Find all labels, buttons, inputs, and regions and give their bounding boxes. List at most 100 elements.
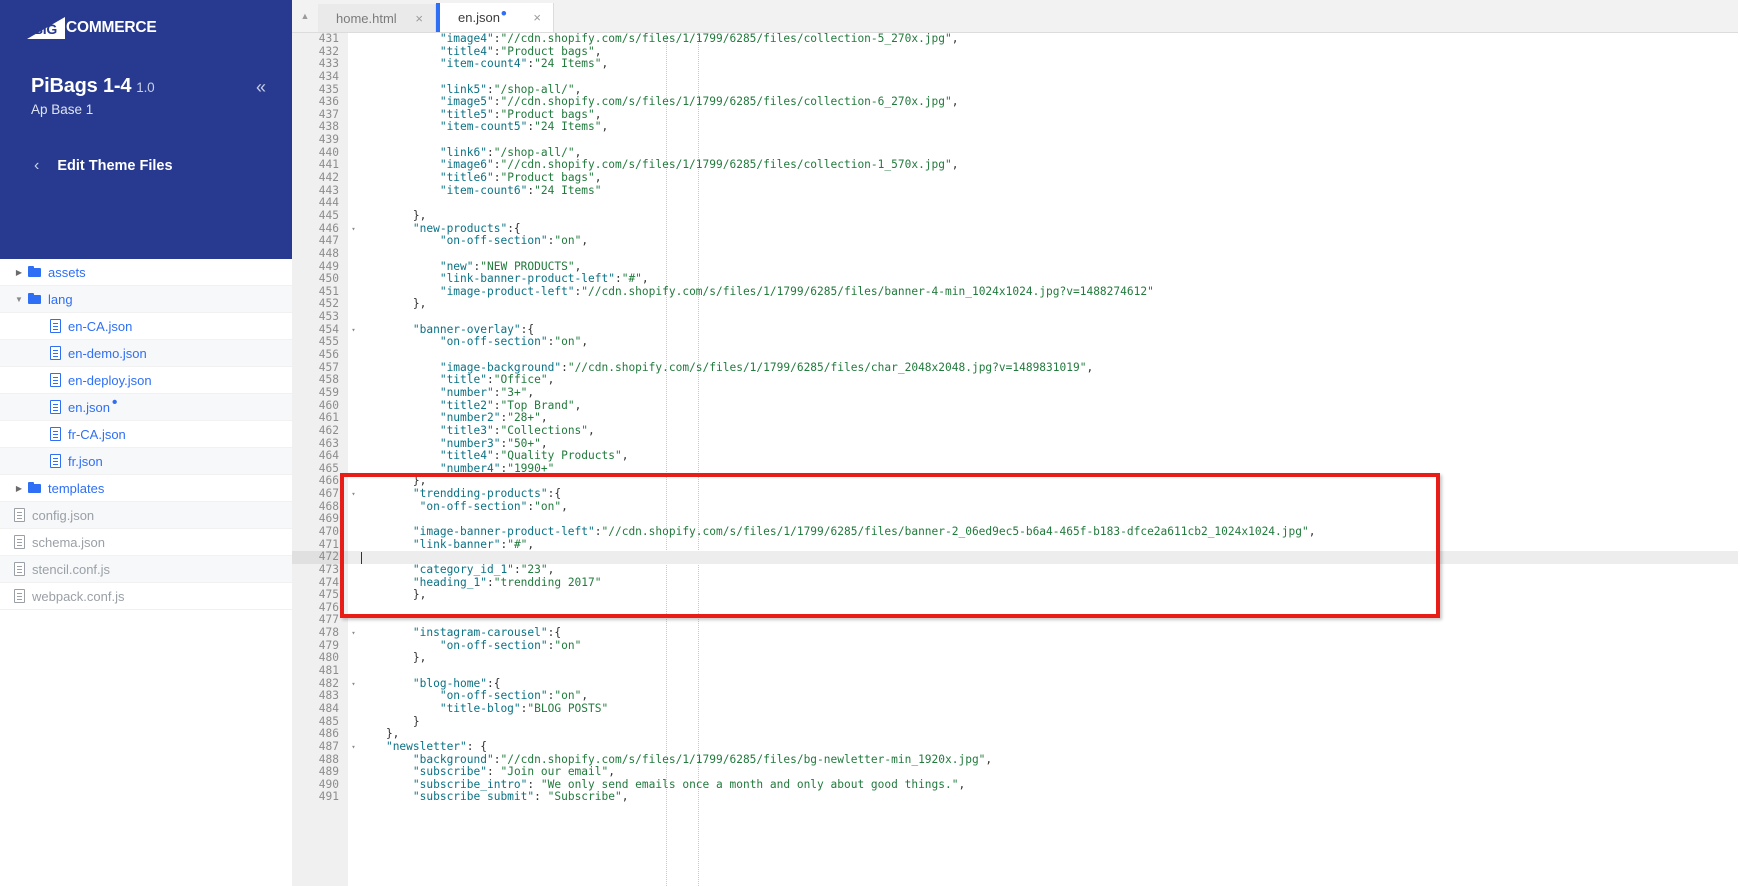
line-number: 462: [292, 424, 348, 438]
editor-tab-label: home.html: [336, 10, 397, 26]
fold-toggle-icon[interactable]: ▾: [348, 488, 359, 501]
file-icon: [50, 454, 61, 468]
code-line[interactable]: 474 "heading_1":"trendding 2017": [292, 576, 1740, 590]
line-number: 461: [292, 412, 348, 425]
fold-toggle-icon[interactable]: ▾: [348, 627, 359, 640]
fold-toggle-icon[interactable]: ▾: [348, 223, 359, 236]
code-line[interactable]: 443 "item-count6":"24 Items": [292, 183, 1740, 198]
code-line[interactable]: 486 },: [292, 727, 1740, 741]
code-line-text: "link-banner":"#",: [412, 537, 535, 551]
edit-theme-files-label: Edit Theme Files: [57, 158, 173, 174]
logo-triangle-icon: BIG: [27, 17, 65, 39]
file-icon: [14, 508, 25, 522]
close-icon[interactable]: ×: [415, 11, 423, 26]
code-content[interactable]: 431 "image4":"//cdn.shopify.com/s/files/…: [292, 33, 1740, 886]
tree-item-en-deploy-json[interactable]: en-deploy.json: [0, 367, 292, 394]
fold-toggle-icon[interactable]: ▾: [348, 324, 359, 337]
code-line[interactable]: 476: [292, 601, 1740, 615]
theme-file-editor-page: BIG COMMERCE PiBags 1-4 1.0 Ap Base 1 « ‹…: [0, 0, 1740, 886]
tree-item-stencil-conf-js[interactable]: stencil.conf.js: [0, 556, 292, 583]
editor-tab-home-html[interactable]: home.html ×: [318, 4, 436, 32]
editor-tab-label: en.json: [458, 10, 500, 25]
code-line[interactable]: 433 "item-count4":"24 Items",: [292, 57, 1740, 71]
sidebar-header: BIG COMMERCE PiBags 1-4 1.0 Ap Base 1 « ‹…: [0, 0, 292, 259]
theme-version: 1.0: [136, 80, 155, 95]
code-line[interactable]: 438 "item-count5":"24 Items",: [292, 120, 1740, 135]
file-icon: [50, 346, 61, 360]
code-line[interactable]: 465 "number4":"1990+": [292, 462, 1740, 476]
caret-up-icon[interactable]: ▲: [292, 0, 318, 32]
tree-item-en-json[interactable]: en.json •: [0, 394, 292, 421]
code-line-text: },: [359, 297, 427, 311]
line-number: 473: [292, 563, 348, 577]
line-number: 470: [292, 525, 348, 539]
line-number: 467: [292, 487, 348, 501]
line-number: 450: [292, 273, 348, 286]
code-line-text: "item-count6":"24 Items": [439, 183, 602, 197]
caret-right-icon[interactable]: ▶: [14, 484, 24, 493]
tree-item-label: assets: [48, 264, 86, 280]
file-icon: [14, 535, 25, 549]
chevron-left-icon[interactable]: ‹: [34, 158, 39, 174]
sidebar: BIG COMMERCE PiBags 1-4 1.0 Ap Base 1 « ‹…: [0, 0, 292, 886]
tree-item-fr-json[interactable]: fr.json: [0, 448, 292, 475]
code-line[interactable]: 452 },: [292, 297, 1740, 312]
code-line-text: "on-off-section":"on",: [439, 335, 589, 349]
fold-toggle-icon[interactable]: ▾: [348, 678, 359, 691]
code-line[interactable]: 468 "on-off-section":"on",: [292, 500, 1740, 514]
tree-item-en-ca-json[interactable]: en-CA.json: [0, 313, 292, 340]
code-line[interactable]: 479 "on-off-section":"on": [292, 639, 1740, 653]
code-line[interactable]: 444: [292, 197, 1740, 210]
tree-item-templates[interactable]: ▶ templates: [0, 475, 292, 502]
fold-toggle-icon[interactable]: ▾: [348, 741, 359, 754]
code-line-text: "item-count5":"24 Items",: [439, 120, 609, 134]
code-line-text: },: [359, 588, 427, 602]
code-line[interactable]: 485 }: [292, 715, 1740, 729]
close-icon[interactable]: ×: [533, 10, 541, 25]
line-number: 447: [292, 235, 348, 248]
bigcommerce-logo: BIG COMMERCE: [27, 17, 157, 39]
folder-icon: [28, 293, 41, 304]
code-line[interactable]: 471 "link-banner":"#",: [292, 537, 1740, 552]
tree-item-lang[interactable]: ▼ lang: [0, 286, 292, 313]
tree-item-fr-ca-json[interactable]: fr-CA.json: [0, 421, 292, 448]
code-line[interactable]: 484 "title-blog":"BLOG POSTS": [292, 702, 1740, 716]
code-editor-panel: ▲ home.html × en.json • × 431 "image4":"//cd…: [292, 0, 1740, 886]
file-icon: [50, 427, 61, 441]
line-number: 448: [292, 247, 348, 261]
line-number: 442: [292, 171, 348, 185]
line-number: 491: [292, 791, 348, 805]
line-number: 436: [292, 96, 348, 109]
code-line[interactable]: 455 "on-off-section":"on",: [292, 335, 1740, 350]
editor-tab-en-json[interactable]: en.json • ×: [436, 3, 554, 32]
caret-down-icon[interactable]: ▼: [14, 295, 24, 304]
tree-item-label: fr.json: [68, 453, 103, 469]
editor-tabbar: ▲ home.html × en.json • ×: [292, 0, 1740, 33]
tree-item-assets[interactable]: ▶ assets: [0, 259, 292, 286]
line-number: 486: [292, 728, 348, 741]
caret-right-icon[interactable]: ▶: [14, 268, 24, 277]
code-line[interactable]: 491 "subscribe submit": "Subscribe",: [292, 790, 1740, 805]
code-area[interactable]: 431 "image4":"//cdn.shopify.com/s/files/…: [292, 33, 1740, 886]
tree-item-label: en-deploy.json: [68, 372, 152, 388]
file-icon: [50, 373, 61, 387]
edit-theme-files-nav[interactable]: ‹ Edit Theme Files: [0, 158, 292, 175]
line-number: 487: [292, 740, 348, 754]
file-icon: [14, 562, 25, 576]
tree-item-schema-json[interactable]: schema.json: [0, 529, 292, 556]
double-chevron-left-icon[interactable]: «: [256, 78, 266, 96]
code-line-text: },: [359, 651, 427, 665]
code-line[interactable]: 447 "on-off-section":"on",: [292, 234, 1740, 248]
code-line-text: "subscribe submit": "Subscribe",: [412, 790, 629, 804]
tree-item-en-demo-json[interactable]: en-demo.json: [0, 340, 292, 367]
tree-item-label: config.json: [32, 507, 95, 523]
code-line[interactable]: 481: [292, 664, 1740, 678]
line-number: 484: [292, 702, 348, 716]
line-number: 439: [292, 133, 348, 147]
tree-item-config-json[interactable]: config.json: [0, 502, 292, 529]
code-line-text: "on-off-section":"on",: [439, 234, 589, 248]
code-line[interactable]: 480 },: [292, 651, 1740, 666]
code-line[interactable]: 451 "image-product-left":"//cdn.shopify.…: [292, 285, 1740, 299]
code-line[interactable]: 475 },: [292, 588, 1740, 602]
tree-item-webpack-conf-js[interactable]: webpack.conf.js: [0, 583, 292, 610]
